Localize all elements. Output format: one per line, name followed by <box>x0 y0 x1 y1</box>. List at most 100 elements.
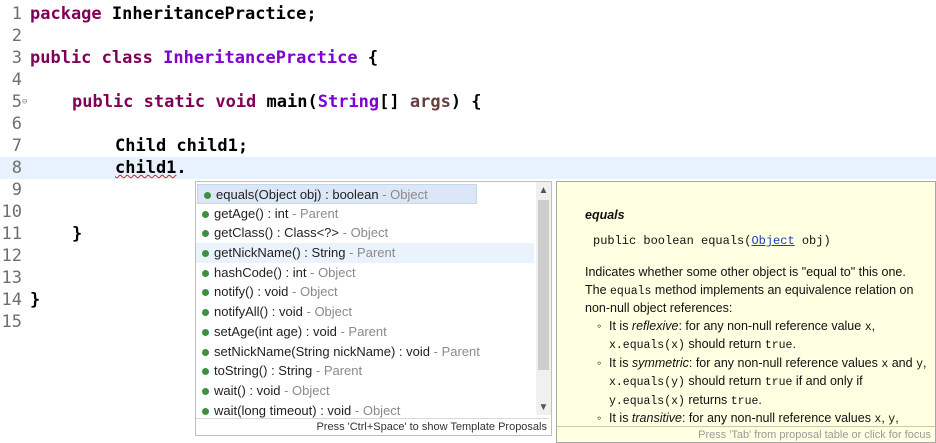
separator: - <box>378 187 391 202</box>
keyword: static <box>143 92 206 112</box>
text: , <box>871 318 876 333</box>
code-line-6[interactable]: 6 <box>0 113 936 135</box>
public-method-icon <box>202 368 209 376</box>
completion-popup[interactable]: equals(Object obj) : boolean - Object get… <box>195 181 552 436</box>
separator: - <box>306 264 319 280</box>
text: : for any non-null reference value <box>678 318 865 333</box>
object-link[interactable]: Object <box>751 234 794 248</box>
dot: . <box>176 158 187 178</box>
separator: - <box>351 402 363 418</box>
text: . <box>758 392 762 407</box>
completion-item[interactable]: equals(Object obj) : boolean - Object <box>197 184 477 204</box>
javadoc-signature: public boolean equals(Object obj) <box>593 234 831 248</box>
method-signature: setAge(int age) : void <box>214 323 337 339</box>
code: true <box>764 376 793 389</box>
method-name: main( <box>266 92 318 112</box>
text: It is <box>609 318 632 333</box>
completion-item[interactable]: toString() : String - Parent <box>196 361 534 381</box>
code-line-1[interactable]: 1 package InheritancePractice; <box>0 3 936 25</box>
completion-item[interactable]: getNickName() : String - Parent <box>196 243 534 263</box>
package-name: InheritancePractice; <box>111 4 317 24</box>
public-method-icon <box>202 289 209 297</box>
line-number: 15 <box>1 312 22 332</box>
public-method-icon <box>202 309 209 317</box>
class-name: InheritancePractice <box>163 48 358 68</box>
keyword: class <box>101 48 153 68</box>
declaring-type: Object <box>350 225 389 241</box>
completion-item[interactable]: getAge() : int - Parent <box>196 204 534 224</box>
fold-collapse-icon[interactable]: ⊖ <box>22 91 27 113</box>
param-name: args <box>409 92 451 112</box>
line-number: 5 <box>11 92 22 112</box>
separator: - <box>430 343 442 359</box>
text: . <box>792 337 796 351</box>
text: and <box>888 355 917 370</box>
scroll-down-icon[interactable]: ▼ <box>538 402 549 413</box>
line-number: 1 <box>11 4 22 24</box>
code: true <box>764 339 793 352</box>
javadoc-description: Indicates whether some other object is "… <box>585 264 930 429</box>
completion-scrollbar[interactable]: ▲ ▼ <box>536 182 551 415</box>
public-method-icon <box>202 407 209 415</box>
separator: - <box>288 284 300 300</box>
completion-item[interactable]: hashCode() : int - Object <box>196 263 534 283</box>
completion-item[interactable]: getClass() : Class<?> - Object <box>196 223 534 243</box>
code-line-2[interactable]: 2 <box>0 25 936 47</box>
javadoc-bullets: It is reflexive: for any non-null refere… <box>585 318 930 429</box>
public-method-icon <box>202 348 209 356</box>
line-number: 3 <box>11 48 22 68</box>
text: should return <box>684 337 765 351</box>
completion-item[interactable]: wait() : void - Object <box>196 381 534 401</box>
javadoc-footer: Press 'Tab' from proposal table or click… <box>557 426 935 442</box>
declaring-type: Parent <box>357 245 396 261</box>
line-number: 9 <box>11 180 22 200</box>
method-signature: getAge() : int <box>214 205 289 221</box>
declaring-type: Parent <box>300 205 339 221</box>
completion-footer: Press 'Ctrl+Space' to show Template Prop… <box>196 418 549 435</box>
declaring-type: Parent <box>348 323 387 339</box>
method-signature: hashCode() : int <box>214 264 307 280</box>
declaring-type: Object <box>362 402 401 418</box>
keyword: package <box>30 4 102 24</box>
declaring-type: Parent <box>441 343 480 359</box>
text: It is <box>609 411 632 425</box>
code-line-3[interactable]: 3 public class InheritancePractice { <box>0 47 936 69</box>
completion-item[interactable]: setAge(int age) : void - Parent <box>196 322 534 342</box>
method-signature: wait(long timeout) : void <box>214 402 352 418</box>
text: , <box>922 355 927 370</box>
text: if and only if <box>792 374 863 388</box>
public-method-icon <box>202 328 209 336</box>
code: true <box>730 394 759 408</box>
line-number: 10 <box>1 202 22 222</box>
code-line-4[interactable]: 4 <box>0 69 936 91</box>
line-number: 4 <box>11 70 22 90</box>
brace: { <box>367 48 379 68</box>
completion-item[interactable]: notify() : void - Object <box>196 282 534 302</box>
text: returns <box>684 392 731 407</box>
public-method-icon <box>202 387 209 395</box>
declaring-type: Object <box>292 382 330 398</box>
public-method-icon <box>202 230 209 238</box>
sig-text: obj) <box>794 234 831 248</box>
completion-item[interactable]: setNickName(String nickName) : void - Pa… <box>196 342 534 362</box>
code-line-8-current[interactable]: 8 child1. <box>0 157 936 179</box>
completion-item[interactable]: notifyAll() : void - Object <box>196 302 534 322</box>
code: y.equals(x) <box>609 394 685 408</box>
line-number: 8 <box>11 158 22 178</box>
declaring-type: Object <box>318 264 356 280</box>
bullet-symmetric: It is symmetric: for any non-null refere… <box>597 355 930 411</box>
method-signature: notifyAll() : void <box>214 304 303 320</box>
scroll-up-icon[interactable]: ▲ <box>538 185 549 196</box>
javadoc-hover[interactable]: equals public boolean equals(Object obj)… <box>556 181 936 443</box>
completion-list[interactable]: equals(Object obj) : boolean - Object get… <box>196 184 534 420</box>
code-line-5[interactable]: 5 ⊖ public static void main(String[] arg… <box>0 91 936 113</box>
scrollbar-thumb[interactable] <box>538 200 549 370</box>
sig-text: public boolean equals( <box>593 234 752 248</box>
emphasis: symmetric <box>631 355 689 370</box>
public-method-icon <box>204 192 211 199</box>
line-number: 12 <box>1 246 22 266</box>
statement: Child child1; <box>115 136 249 156</box>
line-number: 13 <box>1 268 22 288</box>
code-line-7[interactable]: 7 Child child1; <box>0 135 936 157</box>
javadoc-title: equals <box>585 208 625 222</box>
